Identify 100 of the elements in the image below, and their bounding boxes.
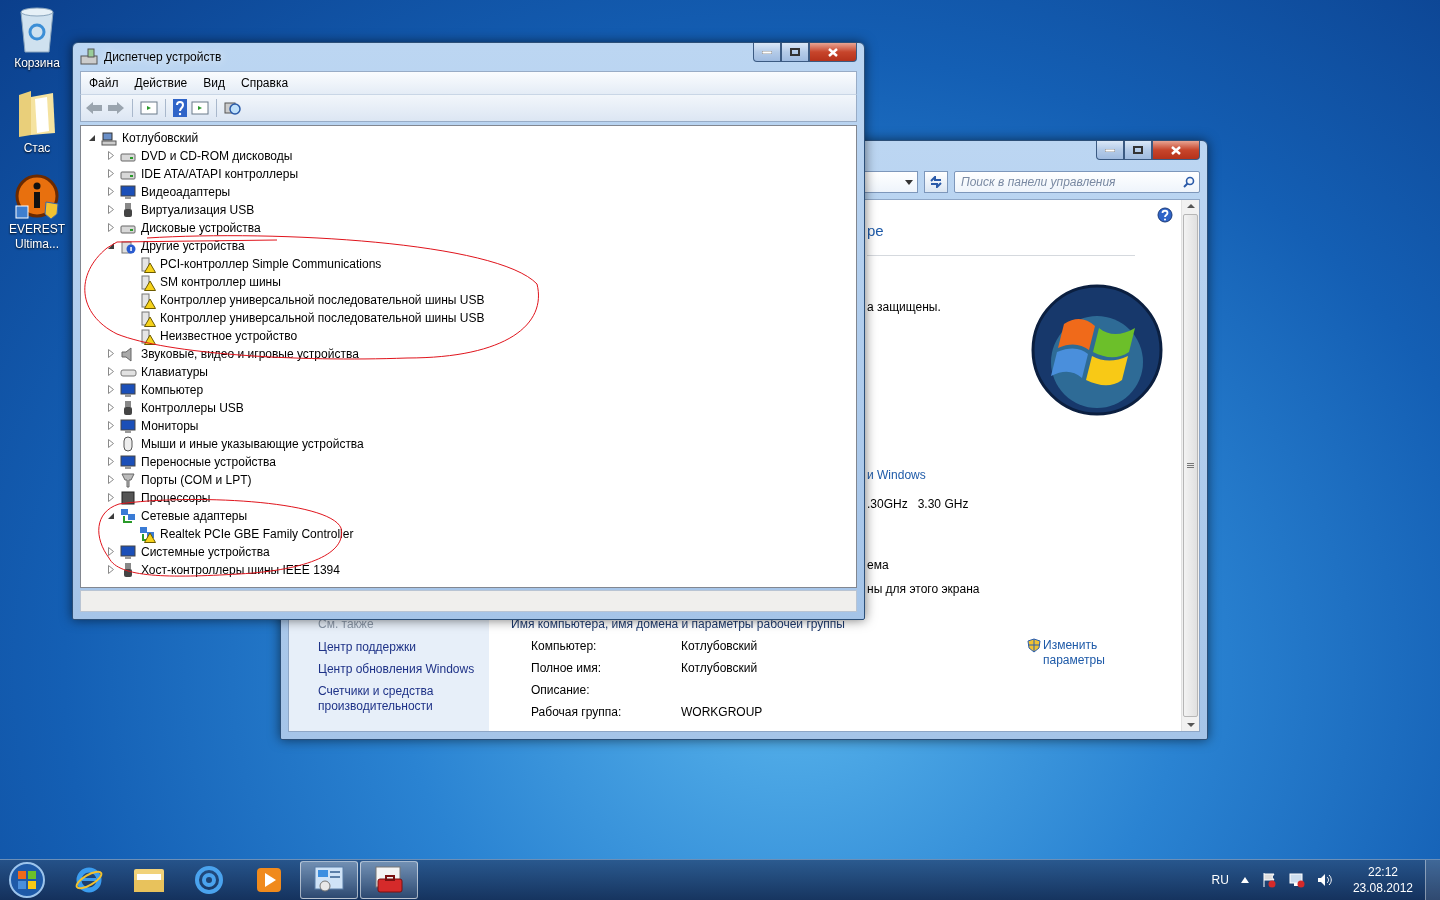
device-manager-icon [80, 48, 98, 66]
tree-item[interactable]: Мыши и иные указывающие устройства [141, 437, 364, 451]
volume-icon[interactable] [1316, 872, 1333, 888]
device-item[interactable]: Контроллер универсальной последовательной шины USB [160, 311, 485, 325]
expand-toggle-icon[interactable] [108, 205, 114, 214]
collapse-toggle-icon[interactable] [108, 243, 115, 250]
tree-item[interactable]: Клавиатуры [141, 365, 208, 379]
toolbox-icon [374, 866, 404, 894]
show-desktop-button[interactable] [1425, 860, 1440, 900]
tree-item[interactable]: Котлубовский [122, 131, 199, 145]
panel-icon[interactable] [140, 100, 158, 116]
maximize-button[interactable] [1124, 141, 1152, 160]
search-field[interactable]: Поиск в панели управления [954, 171, 1200, 193]
scrollbar[interactable] [1181, 200, 1199, 731]
taskbar-button[interactable] [360, 861, 418, 899]
tree-item[interactable]: Переносные устройства [141, 455, 277, 469]
address-field[interactable] [862, 171, 918, 193]
tree-item[interactable]: Сетевые адаптеры [141, 509, 248, 523]
monitor-icon [120, 453, 137, 471]
tree-item[interactable]: Видеоадаптеры [141, 185, 231, 199]
search-icon [1183, 176, 1195, 188]
minimize-button[interactable] [753, 43, 781, 62]
expand-toggle-icon[interactable] [108, 151, 114, 160]
tree-item[interactable]: DVD и CD-ROM дисководы [141, 149, 293, 163]
expand-toggle-icon[interactable] [108, 439, 114, 448]
clock[interactable]: 22:12 23.08.2012 [1352, 864, 1413, 896]
expand-toggle-icon[interactable] [108, 223, 114, 232]
tree-item[interactable]: Порты (COM и LPT) [141, 473, 252, 487]
expand-toggle-icon[interactable] [108, 385, 114, 394]
info-value: Котлубовский [681, 661, 759, 675]
sidebar-link[interactable]: Центр поддержки [318, 640, 483, 655]
expand-toggle-icon[interactable] [108, 169, 114, 178]
menu-item[interactable]: Файл [81, 76, 127, 90]
folder-icon [133, 866, 165, 894]
collapse-toggle-icon[interactable] [108, 513, 115, 520]
close-button[interactable] [1152, 141, 1200, 160]
shield-icon [1027, 638, 1041, 653]
info-text: а защищены. [867, 300, 942, 314]
device-item[interactable]: Неизвестное устройство [160, 329, 298, 343]
monitor-icon [120, 417, 137, 435]
expand-toggle-icon[interactable] [108, 187, 114, 196]
tree-item[interactable]: Контроллеры USB [141, 401, 244, 415]
show-hidden-icons-icon[interactable] [1240, 877, 1249, 883]
expand-toggle-icon[interactable] [108, 475, 114, 484]
network-icon[interactable] [1288, 872, 1305, 888]
desktop-icon-label[interactable]: Стас [23, 141, 51, 156]
minimize-button[interactable] [1096, 141, 1124, 160]
info-value: 3.30 GHz [917, 497, 969, 511]
menu-item[interactable]: Справка [233, 76, 297, 90]
expand-toggle-icon[interactable] [108, 565, 114, 574]
expand-toggle-icon[interactable] [108, 403, 114, 412]
tree-item[interactable]: Компьютер [141, 383, 204, 397]
info-link[interactable]: и Windows [867, 468, 1135, 482]
tree-item[interactable]: Другие устройства [141, 239, 245, 253]
monitor-icon [120, 543, 137, 561]
expand-toggle-icon[interactable] [108, 367, 114, 376]
dropdown-caret-icon [905, 179, 913, 185]
refresh-button[interactable] [924, 171, 948, 193]
panel-icon[interactable] [191, 100, 209, 116]
recycle-bin-icon [17, 6, 57, 54]
clock-time: 22:12 [1367, 864, 1398, 880]
expand-toggle-icon[interactable] [108, 457, 114, 466]
device-item[interactable]: PCI-контроллер Simple Communications [160, 257, 382, 271]
info-text: .30GHz [867, 497, 908, 511]
info-app-icon [14, 174, 60, 220]
refresh-icon [929, 176, 943, 188]
desktop-icon-label[interactable]: Корзина [14, 56, 60, 71]
clock-date: 23.08.2012 [1352, 880, 1413, 896]
help-icon[interactable] [173, 99, 187, 117]
maximize-icon [790, 48, 800, 56]
expand-toggle-icon[interactable] [108, 547, 114, 556]
tree-item[interactable]: Дисковые устройства [141, 221, 261, 235]
device-item[interactable]: Realtek PCIe GBE Family Controller [160, 527, 354, 541]
info-value: Котлубовский [681, 639, 759, 653]
tree-item[interactable]: Виртуализация USB [141, 203, 255, 217]
menu-item[interactable]: Вид [195, 76, 233, 90]
tree-item[interactable]: Системные устройства [141, 545, 270, 559]
taskbar-button[interactable] [300, 861, 358, 899]
expand-toggle-icon[interactable] [108, 349, 114, 358]
desktop-icon-label[interactable]: EVEREST Ultima... [0, 222, 74, 252]
close-button[interactable] [809, 43, 857, 62]
maximize-button[interactable] [781, 43, 809, 62]
device-item[interactable]: SM контроллер шины [160, 275, 281, 289]
device-item[interactable]: Контроллер универсальной последовательной шины USB [160, 293, 485, 307]
help-icon[interactable] [1157, 207, 1173, 223]
expand-toggle-icon[interactable] [108, 493, 114, 502]
flag-icon[interactable] [1260, 872, 1277, 888]
tree-item[interactable]: Мониторы [141, 419, 199, 433]
expand-toggle-icon[interactable] [108, 421, 114, 430]
collapse-toggle-icon[interactable] [89, 135, 96, 142]
network-icon [120, 507, 137, 525]
minimize-icon [762, 50, 772, 54]
language-indicator[interactable]: RU [1211, 873, 1229, 887]
info-label: Полное имя: [531, 661, 603, 675]
tree-item[interactable]: IDE ATA/ATAPI контроллеры [141, 167, 299, 181]
menu-item[interactable]: Действие [126, 76, 196, 90]
sidebar-link[interactable]: Центр обновления Windows [318, 662, 483, 677]
change-settings-link[interactable]: Изменить параметры [1027, 638, 1111, 668]
sidebar-link[interactable]: Счетчики и средства производительности [318, 684, 483, 714]
scan-hardware-icon[interactable] [224, 99, 242, 117]
